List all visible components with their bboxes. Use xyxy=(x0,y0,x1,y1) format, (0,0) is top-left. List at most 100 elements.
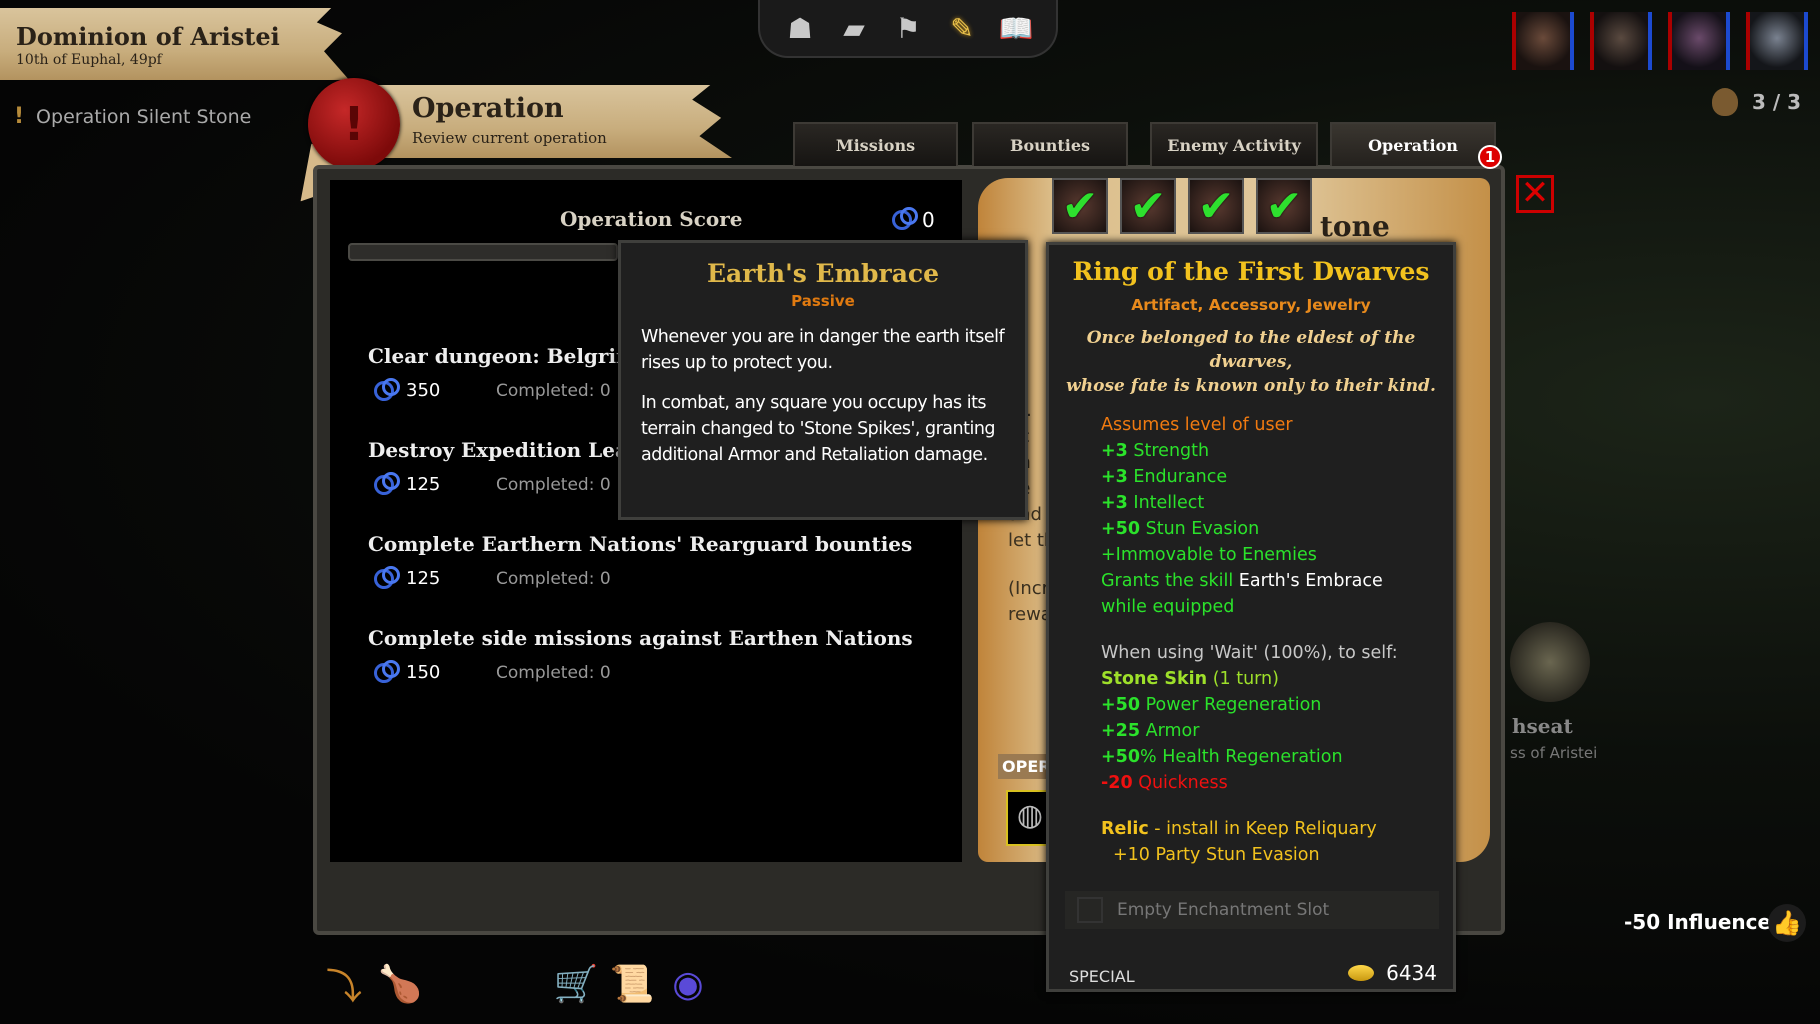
sidebar-item-operation[interactable]: ! Operation Silent Stone xyxy=(14,104,251,129)
stat-value: +50 xyxy=(1101,519,1141,539)
chain-ring-icon xyxy=(374,471,400,495)
book-icon[interactable]: 📖 xyxy=(996,8,1036,48)
satchel-icon[interactable]: ▰ xyxy=(834,8,874,48)
objective-row: 150 Completed: 0 xyxy=(374,659,611,683)
tab-bounties[interactable]: Bounties xyxy=(972,122,1128,166)
checkmark-icon: ✔ xyxy=(1197,180,1235,232)
operation-score-value: 0 xyxy=(922,208,935,232)
close-button[interactable]: ✕ xyxy=(1516,175,1554,213)
objective-row: 125 Completed: 0 xyxy=(374,471,611,495)
objective-points: 150 xyxy=(406,662,441,683)
return-icon[interactable]: ⤵ xyxy=(316,958,372,1010)
thumbs-up-icon[interactable]: 👍 xyxy=(1768,904,1806,942)
effect-duration: (1 turn) xyxy=(1207,669,1279,689)
item-value-amount: 6434 xyxy=(1386,961,1437,985)
objective-title: Complete side missions against Earthen N… xyxy=(368,626,913,650)
skill-desc-line: Whenever you are in danger the earth its… xyxy=(641,327,1005,373)
checkmark-icon: ✔ xyxy=(1061,180,1099,232)
settlement-name: hseat xyxy=(1512,714,1573,738)
realm-date: 10th of Euphal, 49pf xyxy=(16,52,162,68)
relic-text: - install in Keep Reliquary xyxy=(1148,819,1377,839)
completed-portrait-check: ✔ xyxy=(1256,178,1312,234)
objective-title: Destroy Expedition Lea xyxy=(368,438,628,462)
objective-row: 125 Completed: 0 xyxy=(374,565,611,589)
stat-line: +50% Health Regeneration xyxy=(1101,744,1453,770)
granted-skill-link[interactable]: Earth's Embrace xyxy=(1239,571,1383,591)
objective-points: 125 xyxy=(406,568,441,589)
stat-name: Endurance xyxy=(1127,467,1228,487)
ration-icon[interactable]: 🍗 xyxy=(372,958,428,1010)
rogue-portrait[interactable] xyxy=(1590,12,1652,70)
objective-points: 350 xyxy=(406,380,441,401)
objective-completed: Completed: 0 xyxy=(496,380,611,401)
bag-icon xyxy=(1712,88,1738,116)
objective-title: Clear dungeon: Belgrin xyxy=(368,344,631,368)
stat-line: -20 Quickness xyxy=(1101,770,1453,796)
inventory-bag[interactable]: 3 / 3 xyxy=(1712,88,1801,116)
settlement-owner: ss of Aristei xyxy=(1510,744,1598,762)
skill-desc-line: In combat, any square you occupy has its… xyxy=(641,393,996,465)
stat-name: % Health Regeneration xyxy=(1140,747,1343,767)
objective-title: Complete Earthern Nations' Rearguard bou… xyxy=(368,532,913,556)
flag-icon[interactable]: ⚑ xyxy=(888,8,928,48)
checkmark-icon: ✔ xyxy=(1265,180,1303,232)
tab-operation[interactable]: Operation xyxy=(1330,122,1496,166)
skill-title: Earth's Embrace xyxy=(706,259,940,288)
effect-name: Stone Skin xyxy=(1101,669,1208,689)
orb-icon[interactable]: ◉ xyxy=(660,958,716,1010)
bottom-action-bar: ⤵ 🍗 🛒 📜 ◉ xyxy=(316,958,716,1010)
stat-line: Grants the skill Earth's Embrace xyxy=(1101,568,1453,594)
top-menu-bar: ☗ ▰ ⚑ ✎ 📖 xyxy=(758,0,1058,58)
stat-line: +3 Intellect xyxy=(1101,490,1453,516)
wax-seal-icon: ! xyxy=(308,78,400,170)
stat-line: +Immovable to Enemies xyxy=(1101,545,1317,565)
item-stats: Assumes level of user +3 Strength +3 End… xyxy=(1101,412,1453,868)
stat-value: +3 xyxy=(1101,441,1128,461)
section-title: Operation xyxy=(412,93,564,124)
warrior-portrait[interactable] xyxy=(1512,12,1574,70)
sidebar-item-label: Operation Silent Stone xyxy=(36,105,252,128)
stat-line: Stone Skin (1 turn) xyxy=(1101,666,1453,692)
armored-portrait[interactable] xyxy=(1746,12,1808,70)
stat-line: Assumes level of user xyxy=(1101,415,1293,435)
stat-name: Strength xyxy=(1127,441,1210,461)
stat-value: +3 xyxy=(1101,467,1128,487)
stat-value: +3 xyxy=(1101,493,1128,513)
operation-rewards-label: OPER xyxy=(998,754,1048,779)
supply-cart-icon[interactable]: 🛒 xyxy=(548,958,604,1010)
operation-score: 0 xyxy=(892,207,935,232)
party-portraits xyxy=(1512,12,1808,70)
objective-row: 350 Completed: 0 xyxy=(374,377,611,401)
flavor-line: whose fate is known only to their kind. xyxy=(1066,376,1436,396)
stat-line: +50 Stun Evasion xyxy=(1101,516,1453,542)
stat-line: +50 Power Regeneration xyxy=(1101,692,1453,718)
stat-line: Relic - install in Keep Reliquary xyxy=(1101,816,1453,842)
parchment-title: tone xyxy=(1320,210,1390,243)
stat-name: Armor xyxy=(1140,721,1200,741)
item-value: 6434 xyxy=(1348,961,1437,985)
tab-missions[interactable]: Missions xyxy=(793,122,958,166)
settlement-icon[interactable] xyxy=(1510,622,1590,702)
scroll-icon[interactable]: 📜 xyxy=(604,958,660,1010)
influence-cost: -50 Influence xyxy=(1624,910,1772,934)
hood-icon[interactable]: ☗ xyxy=(780,8,820,48)
stat-line: +3 Endurance xyxy=(1101,464,1453,490)
item-flavor: Once belonged to the eldest of the dwarv… xyxy=(1049,326,1453,398)
stat-line: +25 Armor xyxy=(1101,718,1453,744)
tab-enemy-activity[interactable]: Enemy Activity xyxy=(1150,122,1318,166)
quest-scroll-icon[interactable]: ✎ xyxy=(942,8,982,48)
stat-name: Stun Evasion xyxy=(1140,519,1260,539)
stat-value: +25 xyxy=(1101,721,1141,741)
section-banner: Operation Review current operation xyxy=(370,85,732,158)
notification-badge: 1 xyxy=(1478,145,1502,169)
skill-type: Passive xyxy=(791,292,855,310)
section-subtitle: Review current operation xyxy=(412,129,607,147)
objective-completed: Completed: 0 xyxy=(496,568,611,589)
mage-portrait[interactable] xyxy=(1668,12,1730,70)
enchantment-slot[interactable]: Empty Enchantment Slot xyxy=(1065,891,1439,929)
chain-ring-icon xyxy=(374,565,400,589)
completed-portrait-check: ✔ xyxy=(1120,178,1176,234)
checkmark-icon: ✔ xyxy=(1129,180,1167,232)
item-title: Ring of the First Dwarves xyxy=(1072,257,1430,286)
